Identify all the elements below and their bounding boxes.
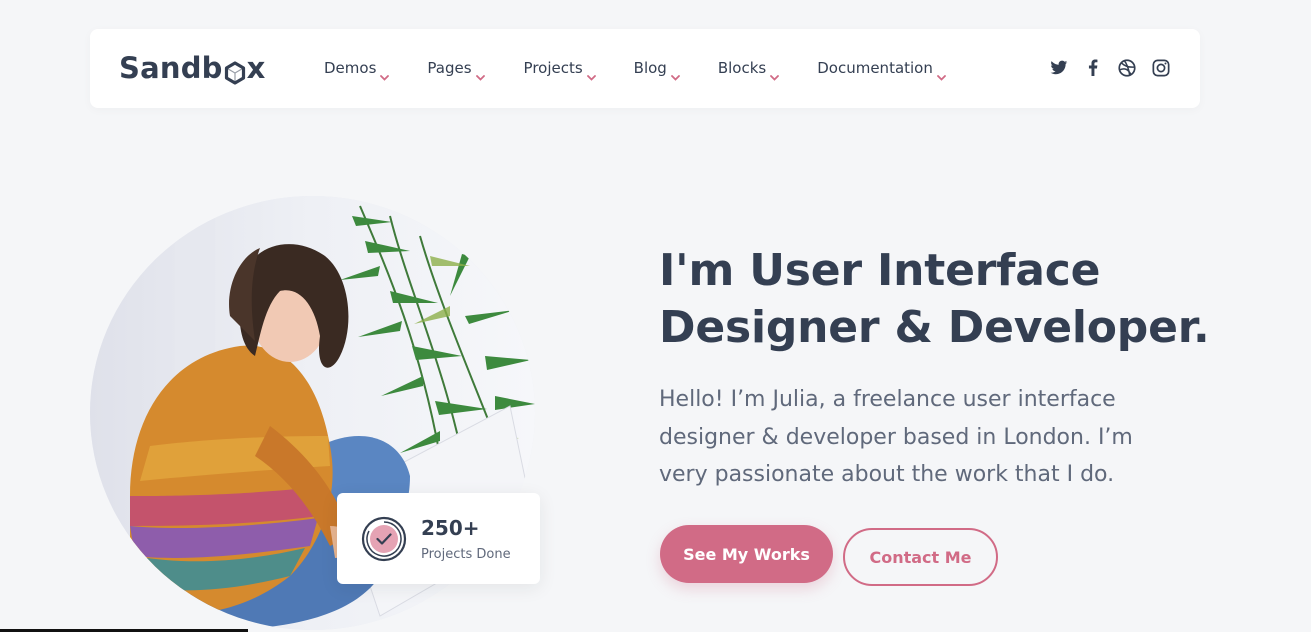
nav-item-label: Projects bbox=[523, 59, 583, 77]
see-my-works-button[interactable]: See My Works bbox=[660, 525, 833, 583]
check-badge-icon bbox=[361, 516, 407, 562]
twitter-icon[interactable] bbox=[1049, 58, 1068, 77]
social-links bbox=[1034, 58, 1170, 77]
chevron-down-icon bbox=[670, 65, 680, 81]
navbar: Sandbx Demos Pages Projects Blog Blocks bbox=[90, 29, 1200, 108]
logo[interactable]: Sandb x bbox=[119, 51, 266, 85]
nav-item-label: Documentation bbox=[817, 59, 933, 77]
nav-item-label: Blocks bbox=[717, 59, 767, 77]
hero-headline: I'm User Interface Designer & Developer. bbox=[659, 242, 1259, 356]
logo-hexagon-icon bbox=[224, 58, 246, 85]
chevron-down-icon bbox=[586, 65, 596, 81]
nav-item-blog[interactable]: Blog bbox=[633, 57, 680, 81]
hero-headline-line1: I'm User Interface bbox=[659, 245, 1101, 296]
stat-label: Projects Done bbox=[421, 547, 511, 562]
logo-text-start: Sandb bbox=[119, 51, 223, 85]
nav-item-label: Blog bbox=[633, 59, 667, 77]
logo-text-end: x bbox=[246, 51, 266, 85]
main-menu: Demos Pages Projects Blog Blocks Documen… bbox=[324, 57, 984, 81]
chevron-down-icon bbox=[475, 65, 485, 81]
instagram-icon[interactable] bbox=[1151, 58, 1170, 77]
nav-item-pages[interactable]: Pages bbox=[427, 57, 485, 81]
nav-item-demos[interactable]: Demos bbox=[324, 57, 390, 81]
hero-lead: Hello! I’m Julia, a freelance user inter… bbox=[659, 387, 1133, 487]
contact-me-button[interactable]: Contact Me bbox=[843, 528, 998, 586]
hero-headline-line2: Designer & Developer. bbox=[659, 302, 1210, 353]
dribbble-icon[interactable] bbox=[1117, 58, 1136, 77]
nav-item-label: Demos bbox=[324, 59, 377, 77]
projects-done-card: 250+ Projects Done bbox=[337, 493, 540, 584]
nav-item-blocks[interactable]: Blocks bbox=[717, 57, 780, 81]
nav-item-projects[interactable]: Projects bbox=[523, 57, 596, 81]
page: Sandbx Demos Pages Projects Blog Blocks bbox=[0, 0, 1311, 632]
facebook-icon[interactable] bbox=[1083, 58, 1102, 77]
chevron-down-icon bbox=[936, 65, 946, 81]
chevron-down-icon bbox=[770, 65, 780, 81]
chevron-down-icon bbox=[380, 65, 390, 81]
nav-item-label: Pages bbox=[427, 59, 472, 77]
stat-value: 250+ bbox=[421, 516, 480, 540]
nav-item-documentation[interactable]: Documentation bbox=[817, 57, 946, 81]
